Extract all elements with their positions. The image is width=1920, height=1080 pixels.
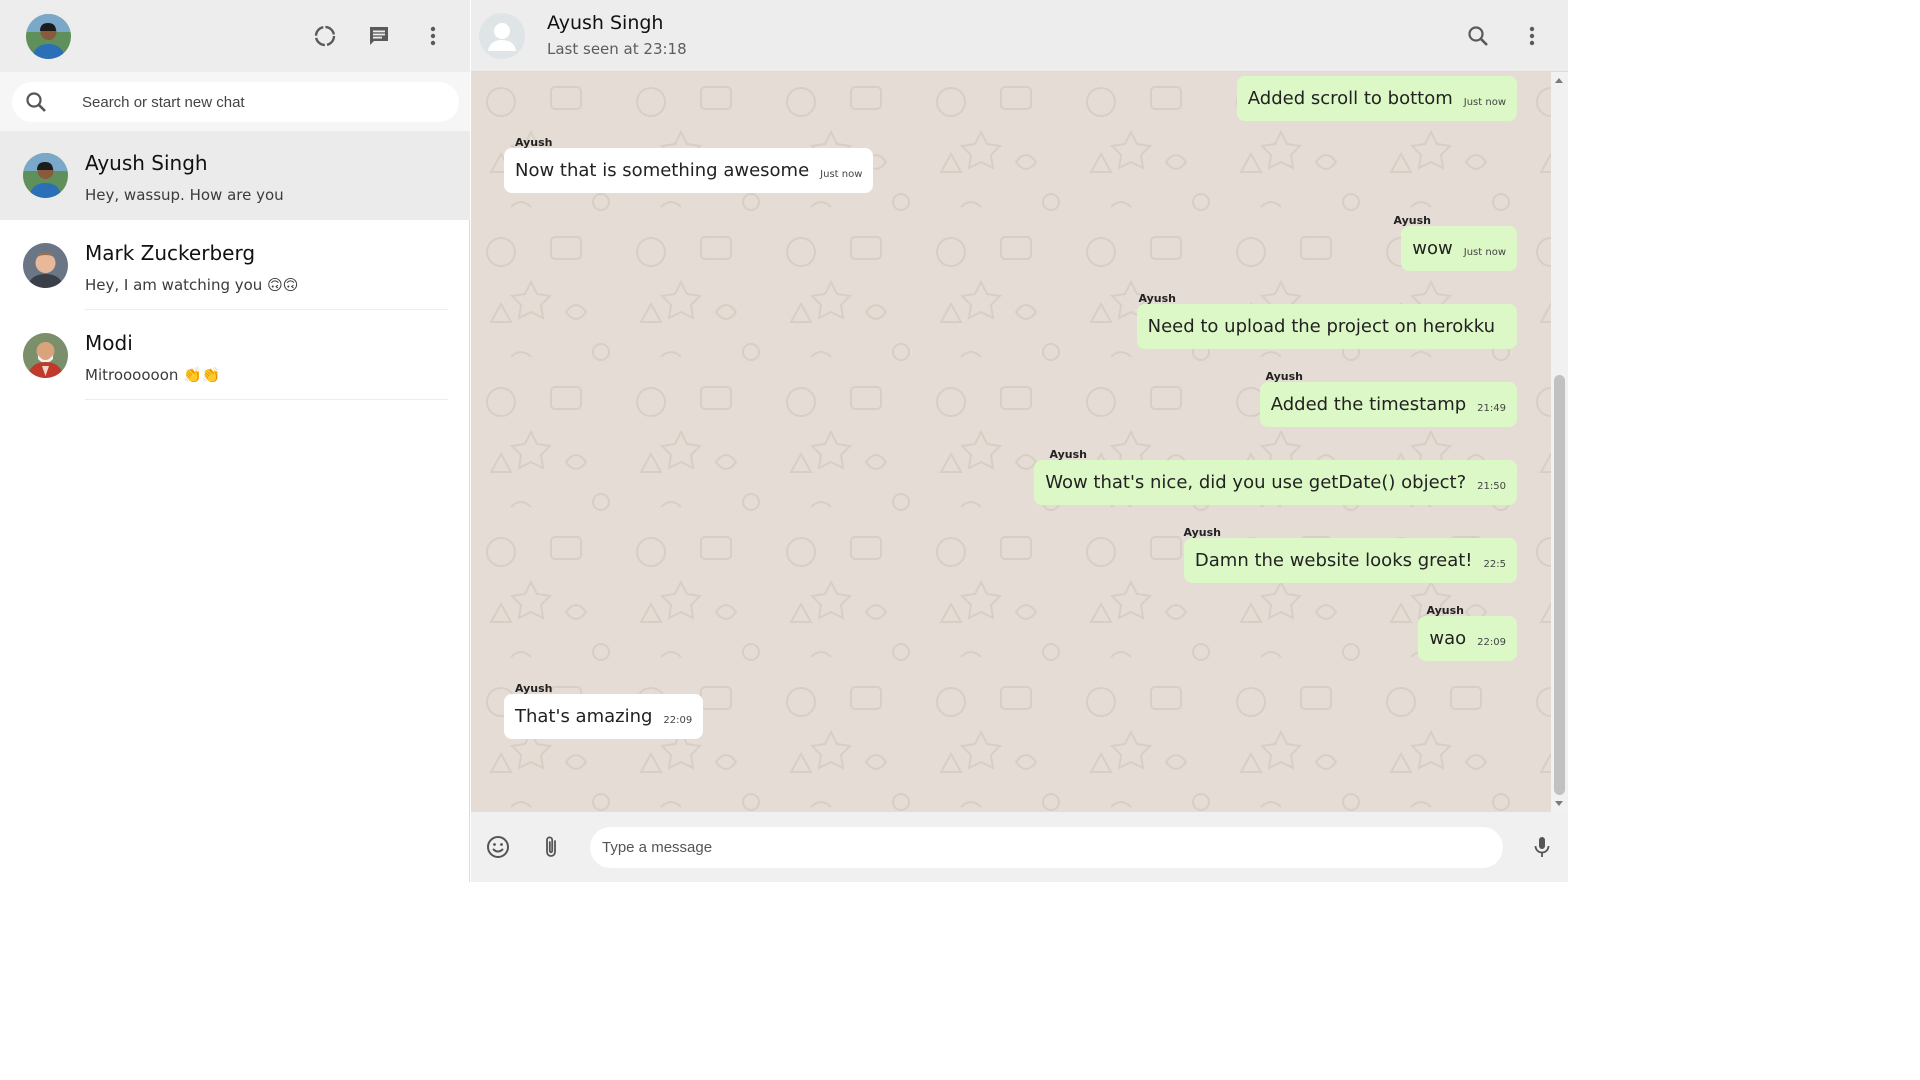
message-time: Just now: [820, 169, 863, 180]
message-text: That's amazing: [515, 706, 653, 727]
scroll-up-arrow-icon[interactable]: [1555, 78, 1563, 83]
chat-preview: Hey, wassup. How are you: [85, 186, 284, 204]
message-input[interactable]: [602, 833, 1482, 862]
message-text: Added scroll to bottom: [1247, 88, 1453, 109]
message-text: wao: [1429, 628, 1467, 649]
message-text: Wow that's nice, did you use getDate() o…: [1045, 472, 1467, 493]
divider: [85, 399, 448, 400]
message-time: Just now: [1463, 97, 1506, 108]
message: Added scroll to bottom Just now: [1017, 72, 1517, 124]
divider: [85, 309, 448, 310]
search-icon: [24, 90, 48, 118]
message-time: 22:09: [663, 715, 693, 726]
sidebar-header: [0, 0, 470, 72]
message-text: wow: [1412, 238, 1453, 259]
more-vert-icon[interactable]: [1514, 18, 1550, 54]
message-scrollbar[interactable]: [1551, 72, 1568, 812]
message-bubble[interactable]: Added the timestamp 21:49: [1259, 382, 1517, 427]
chat-name: Modi: [85, 331, 133, 355]
search-bar: [0, 72, 470, 131]
message-bubble[interactable]: Need to upload the project on herokku: [1136, 304, 1517, 349]
message-bubble[interactable]: Wow that's nice, did you use getDate() o…: [1034, 460, 1517, 505]
mic-icon[interactable]: [1527, 832, 1557, 862]
status-icon[interactable]: [307, 18, 343, 54]
chat-name: Mark Zuckerberg: [85, 241, 256, 265]
contact-avatar[interactable]: [479, 13, 525, 59]
new-chat-icon[interactable]: [361, 18, 397, 54]
message-time: Just now: [1463, 247, 1506, 258]
message-time: 21:50: [1477, 481, 1506, 492]
search-input[interactable]: [82, 88, 442, 116]
message-bubble[interactable]: Damn the website looks great! 22:5: [1183, 538, 1517, 583]
message-bubble[interactable]: Now that is something awesome Just now: [504, 148, 874, 193]
message: Ayush wow Just now: [1017, 214, 1517, 274]
avatar: [23, 333, 68, 378]
message: Ayush That's amazing 22:09: [504, 682, 1004, 742]
conversation-header: Ayush Singh Last seen at 23:18: [471, 0, 1568, 72]
message-time: 21:49: [1477, 403, 1506, 414]
message-text: Now that is something awesome: [515, 160, 810, 181]
message-text: Damn the website looks great!: [1194, 550, 1473, 571]
chat-preview: Hey, I am watching you 🙃🙃: [85, 276, 299, 294]
message-text: Need to upload the project on herokku: [1147, 316, 1495, 337]
chat-name: Ayush Singh: [85, 151, 208, 175]
message: Ayush wao 22:09: [1017, 604, 1517, 664]
search-icon[interactable]: [1460, 18, 1496, 54]
message-time: 22:09: [1477, 637, 1506, 648]
message: Ayush Wow that's nice, did you use getDa…: [997, 448, 1517, 508]
message-text: Added the timestamp: [1270, 394, 1467, 415]
message-composer: [471, 812, 1568, 882]
message-bubble[interactable]: wao 22:09: [1418, 616, 1517, 661]
message-list[interactable]: Added scroll to bottom Just now Ayush No…: [471, 72, 1551, 812]
scrollbar-thumb[interactable]: [1554, 375, 1565, 795]
contact-name[interactable]: Ayush Singh: [547, 12, 663, 34]
attach-icon[interactable]: [537, 832, 567, 862]
chat-item-modi[interactable]: Modi Mitroooooon 👏👏: [0, 311, 470, 400]
search-box: [12, 82, 459, 122]
chat-item-mark-zuckerberg[interactable]: Mark Zuckerberg Hey, I am watching you 🙃…: [0, 221, 470, 310]
avatar: [23, 153, 68, 198]
conversation-pane: Ayush Singh Last seen at 23:18 Added scr…: [471, 0, 1568, 882]
message: Ayush Damn the website looks great! 22:5: [1017, 526, 1517, 586]
message-bubble[interactable]: wow Just now: [1401, 226, 1517, 271]
scroll-down-arrow-icon[interactable]: [1555, 801, 1563, 806]
chat-item-ayush-singh[interactable]: Ayush Singh Hey, wassup. How are you: [0, 131, 470, 220]
message-bubble[interactable]: That's amazing 22:09: [504, 694, 704, 739]
message-input-box: [590, 827, 1503, 868]
message: Ayush Added the timestamp 21:49: [1017, 370, 1517, 430]
my-profile-avatar[interactable]: [26, 14, 71, 59]
avatar: [23, 243, 68, 288]
sidebar: Ayush Singh Hey, wassup. How are you Mar…: [0, 0, 470, 882]
last-seen-status: Last seen at 23:18: [547, 40, 687, 58]
message: Ayush Need to upload the project on hero…: [1017, 292, 1517, 352]
message-time: 22:5: [1483, 559, 1506, 570]
message: Ayush Now that is something awesome Just…: [504, 136, 1004, 196]
message-bubble[interactable]: Added scroll to bottom Just now: [1236, 76, 1517, 121]
emoji-icon[interactable]: [483, 832, 513, 862]
chat-preview: Mitroooooon 👏👏: [85, 366, 221, 384]
more-vert-icon[interactable]: [415, 18, 451, 54]
